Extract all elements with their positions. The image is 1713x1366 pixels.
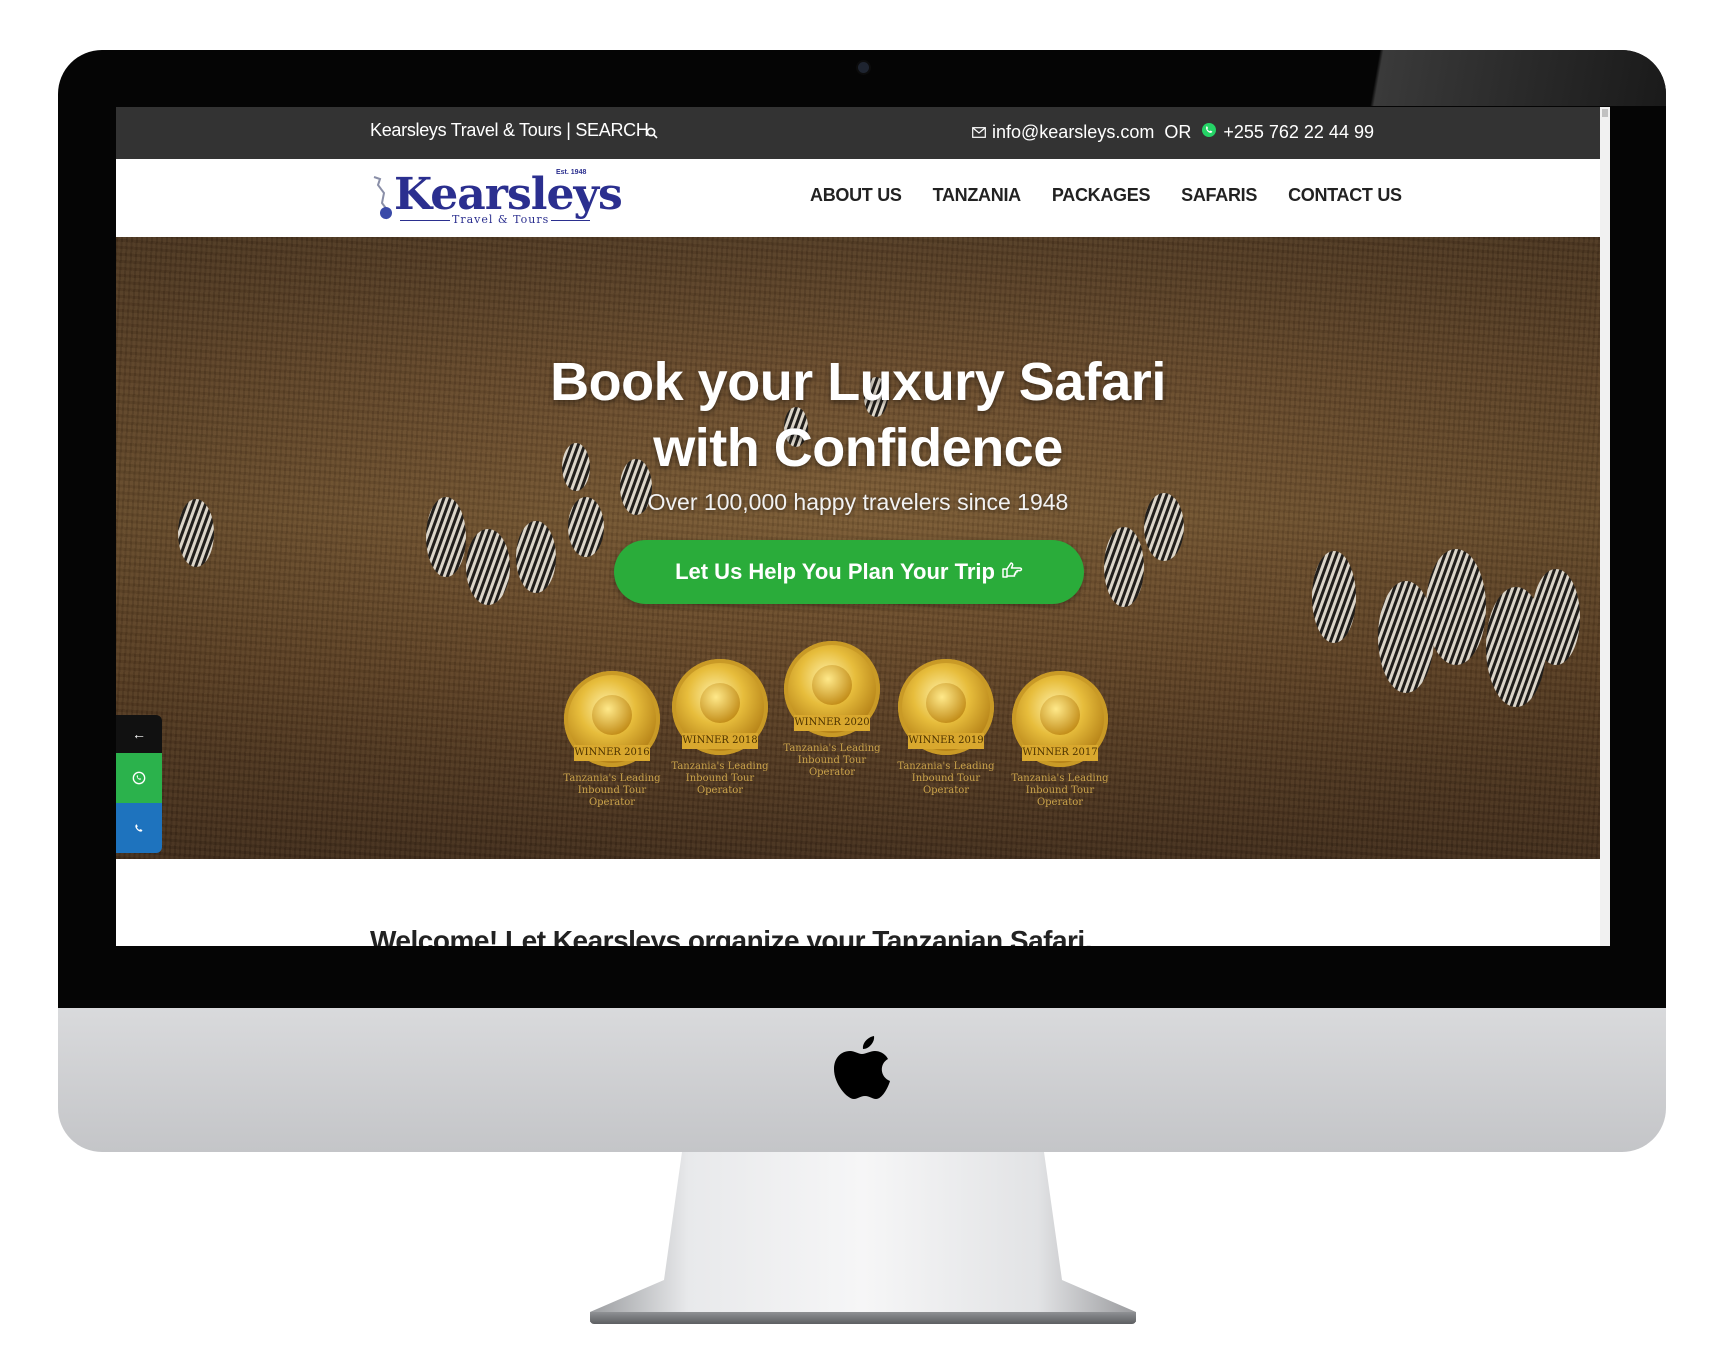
nav-contact-us[interactable]: CONTACT US <box>1288 185 1402 206</box>
award-caption: Tanzania's Leading Inbound Tour Operator <box>671 761 769 796</box>
whatsapp-icon[interactable] <box>1201 122 1217 143</box>
hand-pointer-icon <box>1001 559 1023 585</box>
hero-banner: Book your Luxury Safari with Confidence … <box>116 237 1600 859</box>
travel-awards: WINNER 2016 Tanzania's Leading Inbound T… <box>546 637 1126 827</box>
imac-stand-base <box>590 1312 1136 1324</box>
award-ribbon: WINNER 2019 <box>908 733 984 749</box>
floating-contact-buttons: ← <box>116 715 164 853</box>
whatsapp-button[interactable] <box>116 753 162 803</box>
imac-stand <box>590 1152 1136 1322</box>
search-icon[interactable] <box>646 123 658 144</box>
camera-icon <box>858 62 869 73</box>
bezel-reflection <box>1306 50 1666 106</box>
award-caption: Tanzania's Leading Inbound Tour Operator <box>897 761 995 796</box>
site-search-link[interactable]: Kearsleys Travel & Tours | SEARCH <box>370 120 649 141</box>
plan-trip-button[interactable]: Let Us Help You Plan Your Trip <box>614 540 1084 604</box>
award-caption: Tanzania's Leading Inbound Tour Operator <box>783 743 881 778</box>
nav-packages[interactable]: PACKAGES <box>1052 185 1151 206</box>
nav-about-us[interactable]: ABOUT US <box>810 185 902 206</box>
award-caption: Tanzania's Leading Inbound Tour Operator <box>1011 773 1109 808</box>
scrollbar-thumb[interactable] <box>1602 109 1608 117</box>
globe-icon <box>812 665 852 705</box>
globe-icon <box>700 683 740 723</box>
hero-subtitle: Over 100,000 happy travelers since 1948 <box>647 489 1069 515</box>
award-caption: Tanzania's Leading Inbound Tour Operator <box>563 773 661 808</box>
envelope-icon <box>972 122 986 143</box>
nav-menu: ABOUT US TANZANIA PACKAGES SAFARIS CONTA… <box>810 185 1402 206</box>
welcome-heading: Welcome! Let Kearsleys organize your Tan… <box>370 925 1093 946</box>
award-ribbon: WINNER 2018 <box>682 733 758 749</box>
site-logo[interactable]: Est. 1948 Kearsleys Travel & Tours <box>370 169 623 229</box>
whatsapp-icon <box>132 771 146 785</box>
nav-tanzania[interactable]: TANZANIA <box>933 185 1022 206</box>
main-navbar: Est. 1948 Kearsleys Travel & Tours ABOUT… <box>116 159 1610 238</box>
or-label: OR <box>1164 122 1192 142</box>
hero-title: Book your Luxury Safari with Confidence <box>116 349 1600 481</box>
globe-icon <box>1040 695 1080 735</box>
page-scrollbar[interactable] <box>1600 107 1610 946</box>
phone-link[interactable]: +255 762 22 44 99 <box>1223 122 1374 143</box>
hero-title-line-1: Book your Luxury Safari <box>550 352 1166 412</box>
phone-icon <box>135 824 143 832</box>
nav-safaris[interactable]: SAFARIS <box>1181 185 1257 206</box>
hero-title-line-2: with Confidence <box>653 418 1063 478</box>
award-ribbon: WINNER 2016 <box>574 745 650 761</box>
email-link[interactable]: info@kearsleys.com <box>992 122 1154 143</box>
award-ribbon: WINNER 2020 <box>794 715 870 731</box>
globe-icon <box>926 683 966 723</box>
logo-tagline: Travel & Tours <box>450 213 552 226</box>
top-utility-bar: Kearsleys Travel & Tours | SEARCH info@k… <box>116 107 1610 159</box>
plan-trip-button-label: Let Us Help You Plan Your Trip <box>675 559 995 584</box>
collapse-arrow-button[interactable]: ← <box>116 715 162 753</box>
award-ribbon: WINNER 2017 <box>1022 745 1098 761</box>
logo-name: Kearsleys <box>394 169 623 220</box>
contact-info: info@kearsleys.com OR +255 762 22 44 99 <box>972 122 1374 143</box>
globe-icon <box>592 695 632 735</box>
browser-screen: Kearsleys Travel & Tours | SEARCH info@k… <box>116 107 1610 946</box>
phone-button[interactable] <box>116 803 162 853</box>
apple-logo-icon <box>834 1036 890 1099</box>
